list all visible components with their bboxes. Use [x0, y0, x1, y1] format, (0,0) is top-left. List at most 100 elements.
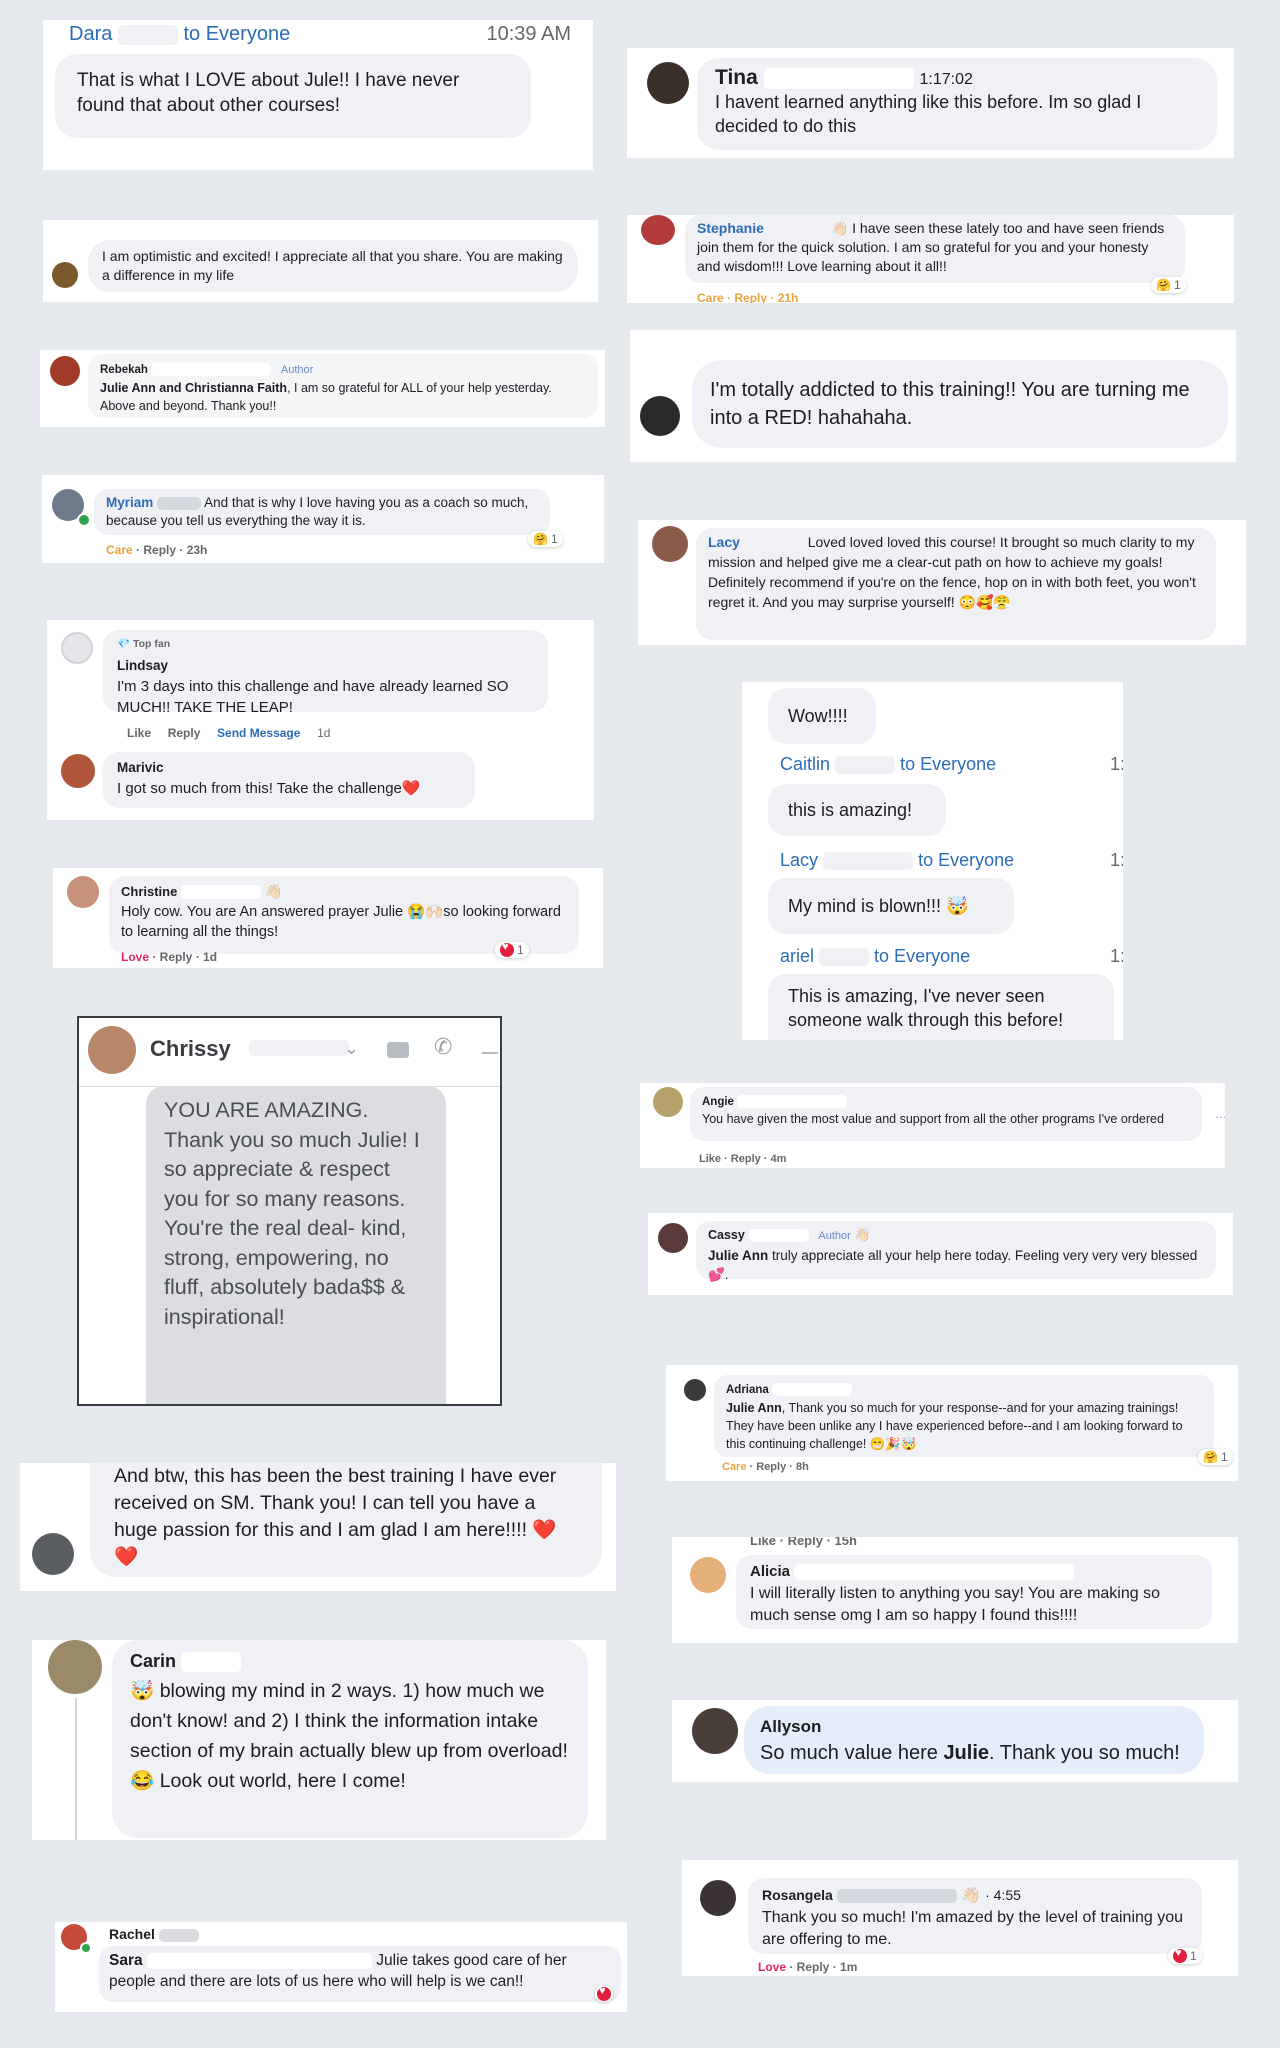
care-reaction-icon: 🤗: [533, 532, 548, 546]
messenger-window-chrissy: Chrissy ⌄ ✆ YOU ARE AMAZING. Thank you s…: [77, 1016, 502, 1406]
reaction-count[interactable]: 🤗 1: [1151, 277, 1186, 293]
comment-bubble: Lacy Loved loved loved this course! It b…: [696, 528, 1216, 640]
reaction-count[interactable]: 🤗 1: [1198, 1449, 1233, 1465]
top-fan-badge: Top fan: [133, 638, 171, 650]
comment-card-cassy: Cassy Author 👋🏻 Julie Ann truly apprecia…: [648, 1213, 1233, 1295]
sender-name: Lacy: [780, 850, 819, 870]
care-reaction-icon: 🤗: [1203, 1450, 1218, 1464]
phone-icon[interactable]: ✆: [434, 1034, 452, 1060]
comment-bubble: Carin 🤯 blowing my mind in 2 ways. 1) ho…: [112, 1640, 588, 1838]
comment-text: I'm totally addicted to this training!! …: [710, 379, 1190, 429]
comment-actions[interactable]: Like · Reply · 15h: [750, 1537, 857, 1548]
send-message-link[interactable]: Send Message: [217, 726, 300, 740]
message-bubble: YOU ARE AMAZING. Thank you so much Julie…: [146, 1086, 446, 1404]
avatar: [647, 62, 689, 104]
comment-bubble: Rosangela 👋🏻 · 4:55 Thank you so much! I…: [748, 1878, 1202, 1954]
commenter-name: Lindsay: [117, 658, 169, 673]
recipient-label: to Everyone: [918, 850, 1015, 870]
love-link[interactable]: Love: [121, 950, 149, 964]
more-options-icon[interactable]: …: [1215, 1107, 1225, 1121]
comment-card-tina: Tina 1:17:02 I havent learned anything l…: [627, 48, 1234, 158]
commenter-name: Carin: [130, 1651, 177, 1671]
redacted-surname: [181, 884, 262, 900]
redacted-surname: [737, 1095, 848, 1108]
avatar: [652, 526, 688, 562]
comment-actions[interactable]: Care · Reply · 21h: [697, 291, 798, 303]
wave-emoji: 👋🏻: [831, 221, 849, 236]
mention-link[interactable]: Julie Ann and Christianna Faith: [100, 381, 287, 395]
love-link[interactable]: Love: [758, 1960, 786, 1974]
comment-card-rosangela: Rosangela 👋🏻 · 4:55 Thank you so much! I…: [682, 1860, 1238, 1976]
comment-text: So much value here Julie. Thank you so m…: [760, 1742, 1180, 1764]
like-link[interactable]: Like: [127, 726, 151, 740]
comment-bubble: Sara Julie takes good care of her people…: [99, 1946, 621, 2002]
recipient-label: to Everyone: [874, 946, 971, 966]
chat-text: This is amazing, I've never seen someone…: [788, 986, 1064, 1030]
avatar: [640, 396, 680, 436]
message-time: 10:39 AM: [486, 23, 571, 45]
sender-name: Caitlin: [780, 754, 831, 774]
comment-bubble: 💎 Top fan Lindsay I'm 3 days into this c…: [103, 630, 548, 716]
commenter-name: Tina: [715, 66, 758, 89]
comment-card-adriana: Adriana Julie Ann, Thank you so much for…: [666, 1365, 1238, 1481]
comment-actions[interactable]: Love · Reply · 1m: [758, 1960, 857, 1974]
contact-name[interactable]: Chrissy: [150, 1036, 231, 1062]
care-link[interactable]: Care: [106, 543, 133, 557]
avatar: [641, 215, 675, 245]
avatar[interactable]: [88, 1026, 136, 1074]
redacted-surname: [794, 1563, 1075, 1580]
commenter-name: Christine: [121, 884, 178, 899]
reaction-count[interactable]: [595, 1985, 613, 2002]
redacted-surname: [151, 363, 272, 376]
online-indicator: [77, 513, 91, 527]
chevron-down-icon[interactable]: ⌄: [344, 1038, 359, 1059]
comment-text: And btw, this has been the best training…: [114, 1465, 557, 1568]
mention-link[interactable]: Julie Ann: [708, 1248, 768, 1263]
commenter-name: Adriana: [726, 1384, 769, 1396]
chat-bubble: this is amazing!: [768, 784, 946, 836]
message-bubble: That is what I LOVE about Jule!! I have …: [55, 54, 531, 138]
comment-actions[interactable]: Care · Reply · 23h: [106, 543, 207, 557]
commenter-name: Rebekah: [100, 364, 148, 376]
redacted-surname: [835, 756, 896, 775]
mention-link[interactable]: Julie: [943, 1742, 989, 1764]
reaction-count[interactable]: 1: [1168, 1947, 1202, 1964]
comment-bubble: Angie You have given the most value and …: [690, 1087, 1202, 1141]
comment-bubble: Alicia I will literally listen to anythi…: [736, 1555, 1212, 1629]
recipient-label: to Everyone: [900, 754, 997, 774]
avatar: [658, 1223, 688, 1253]
chat-text: My mind is blown!!! 🤯: [788, 896, 969, 916]
comment-card-christine: Christine 👋🏻 Holy cow. You are An answer…: [53, 868, 603, 968]
reaction-count[interactable]: 1: [495, 941, 529, 958]
avatar: [684, 1379, 706, 1401]
reaction-count[interactable]: 🤗 1: [528, 531, 563, 547]
redacted-surname: [146, 1953, 372, 1969]
message-text: That is what I LOVE about Jule!! I have …: [77, 70, 460, 116]
comment-actions[interactable]: Like Reply Send Message 1d: [127, 726, 330, 740]
comment-card-optimistic: I am optimistic and excited! I appreciat…: [43, 220, 598, 302]
commenter-name: Rachel: [109, 1926, 155, 1942]
comment-card-rebekah: Rebekah Author Julie Ann and Christianna…: [40, 350, 605, 427]
wave-emoji: 👋🏻: [265, 884, 283, 899]
comment-actions[interactable]: Love · Reply · 1d: [121, 950, 217, 964]
comment-text: Holy cow. You are An answered prayer Jul…: [121, 904, 561, 940]
care-link[interactable]: Care: [722, 1461, 746, 1473]
message-time: 1:: [1110, 754, 1123, 774]
online-indicator: [80, 1942, 92, 1954]
comment-age: 1d: [317, 726, 331, 740]
minimize-icon[interactable]: [482, 1052, 498, 1054]
commenter-name: Rosangela: [762, 1887, 833, 1903]
comment-actions[interactable]: Care · Reply · 8h: [722, 1461, 809, 1473]
comment-bubble: I am optimistic and excited! I appreciat…: [88, 240, 578, 292]
video-camera-icon[interactable]: [387, 1042, 409, 1058]
comment-bubble: Cassy Author 👋🏻 Julie Ann truly apprecia…: [696, 1221, 1216, 1282]
reply-link[interactable]: Reply: [168, 726, 201, 740]
avatar: [700, 1880, 736, 1916]
author-badge: Author: [818, 1230, 851, 1242]
chat-bubble: This is amazing, I've never seen someone…: [768, 974, 1114, 1040]
comment-text: Thank you so much! I'm amazed by the lev…: [762, 1909, 1184, 1948]
comment-card-stephanie: Stephanie 👋🏻 I have seen these lately to…: [627, 215, 1234, 303]
comment-card-rachel-sara: Rachel Sara Julie takes good care of her…: [55, 1922, 627, 2012]
comment-actions[interactable]: Like · Reply · 4m: [699, 1153, 786, 1165]
mention-link[interactable]: Julie Ann: [726, 1401, 782, 1415]
